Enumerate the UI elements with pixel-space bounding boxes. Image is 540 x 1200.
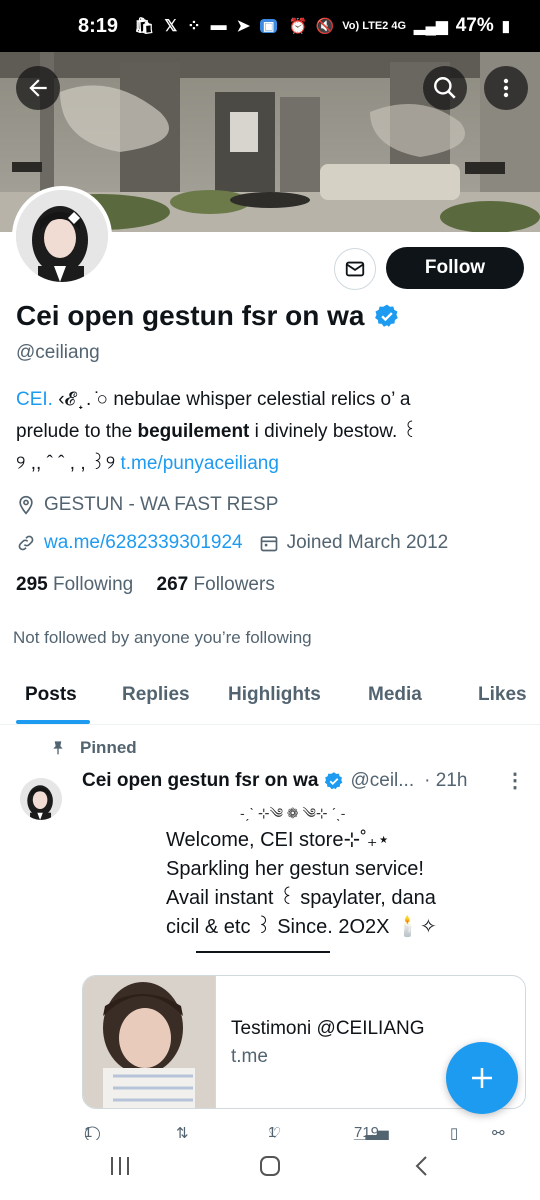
status-bar: 8:19 🛍 𝕏 ⁘ ▬ ➤ ▣ ⏰ 🔇 Vo) LTE2 4G ▂▄▆ 47%… xyxy=(0,0,540,52)
pinned-label-row: Pinned xyxy=(50,738,137,758)
avatar-image xyxy=(16,190,108,282)
alarm-icon: ⏰ xyxy=(288,18,308,35)
bio-line-2-post: i divinely bestow. ꒰ xyxy=(249,421,418,442)
bio-line-1-text: ‹𝓔 ̟ . ̇○ nebulae whisper celestial reli… xyxy=(52,389,411,410)
profile-location: GESTUN - WA FAST RESP xyxy=(44,494,279,515)
status-time: 8:19 xyxy=(78,14,119,37)
active-tab-indicator xyxy=(16,720,90,724)
bio-line-3-pre: ୨ ,, ˆ ˆ , , ꒱୨ xyxy=(16,453,121,474)
search-button[interactable] xyxy=(423,66,467,110)
followers-label: Followers xyxy=(193,574,275,595)
bio-cei-link[interactable]: CEI. xyxy=(16,389,53,410)
profile-avatar[interactable] xyxy=(12,186,112,286)
tweet-action-row: ◯ 1 ⇅ ♡ 1 ▁▃▅ 719 ▯ ⚯ xyxy=(84,1124,524,1140)
bio-line-2-pre: prelude to the xyxy=(16,421,138,442)
verified-badge-icon xyxy=(375,304,399,327)
tab-posts[interactable]: Posts xyxy=(25,684,77,706)
tweet-author-avatar[interactable] xyxy=(20,778,62,820)
following-link[interactable]: 295 Following xyxy=(16,574,133,595)
profile-tabs: Posts Replies Highlights Media Likes xyxy=(0,672,540,725)
verified-badge-icon xyxy=(325,772,343,790)
home-icon[interactable] xyxy=(258,1154,282,1178)
tweet-author-name[interactable]: Cei open gestun fsr on wa xyxy=(82,770,318,792)
network-label: Vo) LTE2 4G xyxy=(342,20,406,32)
signal-icon: ▂▄▆ xyxy=(414,18,448,35)
bio-bold-word: beguilement xyxy=(137,421,250,442)
tweet-author-handle: @ceil... xyxy=(350,770,415,791)
followers-count: 267 xyxy=(156,574,189,595)
recent-apps-icon[interactable] xyxy=(108,1154,132,1178)
bookmark-icon: ▯ xyxy=(450,1125,459,1140)
status-left: 8:19 🛍 𝕏 ⁘ ▬ ➤ ▣ xyxy=(78,14,278,38)
system-navigation-bar xyxy=(0,1140,540,1200)
pinned-label: Pinned xyxy=(80,738,137,757)
profile-website-link[interactable]: wa.me/6282339301924 xyxy=(44,532,243,554)
tab-media[interactable]: Media xyxy=(368,684,422,706)
calendar-icon xyxy=(260,536,277,552)
retweet-icon: ⇅ xyxy=(176,1125,189,1140)
message-button[interactable] xyxy=(334,248,376,290)
app-icon: ▣ xyxy=(260,19,278,33)
location-row: GESTUN - WA FAST RESP xyxy=(16,494,278,516)
profile-joined-date: Joined March 2012 xyxy=(286,532,449,553)
bio-line-3: ୨ ,, ˆ ˆ , , ꒱୨ t.me/punyaceiliang xyxy=(16,448,526,480)
bio-line-1: CEI. ‹𝓔 ̟ . ̇○ nebulae whisper celestial… xyxy=(16,384,526,416)
profile-name-row: Cei open gestun fsr on wa xyxy=(16,300,400,332)
compose-button[interactable] xyxy=(446,1042,518,1114)
tweet-divider-line xyxy=(196,951,330,953)
back-nav-icon[interactable] xyxy=(410,1154,434,1178)
mute-icon: 🔇 xyxy=(315,18,335,35)
battery-icon: ▮ xyxy=(501,18,510,35)
bio-telegram-link[interactable]: t.me/punyaceiliang xyxy=(121,453,279,474)
profile-name: Cei open gestun fsr on wa xyxy=(16,300,365,331)
follow-button[interactable]: Follow xyxy=(386,247,524,289)
pin-icon xyxy=(53,741,63,755)
search-icon xyxy=(434,77,456,99)
folder-icon: ▬ xyxy=(210,17,227,34)
back-arrow-icon xyxy=(29,79,47,97)
followers-link[interactable]: 267 Followers xyxy=(157,574,275,595)
tweet-text: Welcome, CEI store⊹˚₊⋆ Sparkling her ges… xyxy=(166,829,437,938)
card-title: Testimoni @CEILIANG xyxy=(231,1018,425,1039)
profile-handle: @ceiliang xyxy=(16,342,100,363)
profile-bio: CEI. ‹𝓔 ̟ . ̇○ nebulae whisper celestial… xyxy=(16,384,526,480)
reply-count: 1 xyxy=(84,1124,93,1140)
plus-icon xyxy=(472,1068,492,1088)
card-thumbnail xyxy=(83,976,216,1108)
tweet-header: Cei open gestun fsr on wa @ceil... · 21h xyxy=(82,770,467,792)
following-count: 295 xyxy=(16,574,48,595)
location-pin-icon xyxy=(19,495,33,515)
status-right: ⏰ 🔇 Vo) LTE2 4G ▂▄▆ 47% ▮ xyxy=(289,15,510,37)
website-joined-row: wa.me/6282339301924 Joined March 2012 xyxy=(16,532,448,554)
tab-highlights[interactable]: Highlights xyxy=(228,684,321,706)
share-icon: ⚯ xyxy=(492,1125,505,1140)
link-icon xyxy=(18,535,34,551)
tab-replies[interactable]: Replies xyxy=(122,684,190,706)
bio-line-2: prelude to the beguilement i divinely be… xyxy=(16,416,526,448)
following-label: Following xyxy=(52,574,134,595)
battery-level: 47% xyxy=(455,15,494,36)
tweet-time: · 21h xyxy=(424,770,468,791)
views-count: 719 xyxy=(354,1124,380,1140)
tab-likes[interactable]: Likes xyxy=(478,684,527,706)
tweet-more-icon[interactable]: ⋮ xyxy=(505,768,525,793)
more-options-button[interactable] xyxy=(484,66,528,110)
follow-counts: 295 Following 267 Followers xyxy=(16,574,275,596)
grid-icon: ⁘ xyxy=(187,18,201,35)
back-button[interactable] xyxy=(16,66,60,110)
envelope-icon xyxy=(345,261,365,277)
like-count: 1 xyxy=(268,1124,277,1140)
telegram-icon: ➤ xyxy=(236,18,251,35)
not-followed-notice: Not followed by anyone you’re following xyxy=(13,628,312,647)
more-vertical-icon xyxy=(503,78,509,98)
card-domain: t.me xyxy=(231,1046,268,1067)
shopee-icon: 🛍 xyxy=(134,18,155,35)
x-icon: 𝕏 xyxy=(164,18,178,35)
